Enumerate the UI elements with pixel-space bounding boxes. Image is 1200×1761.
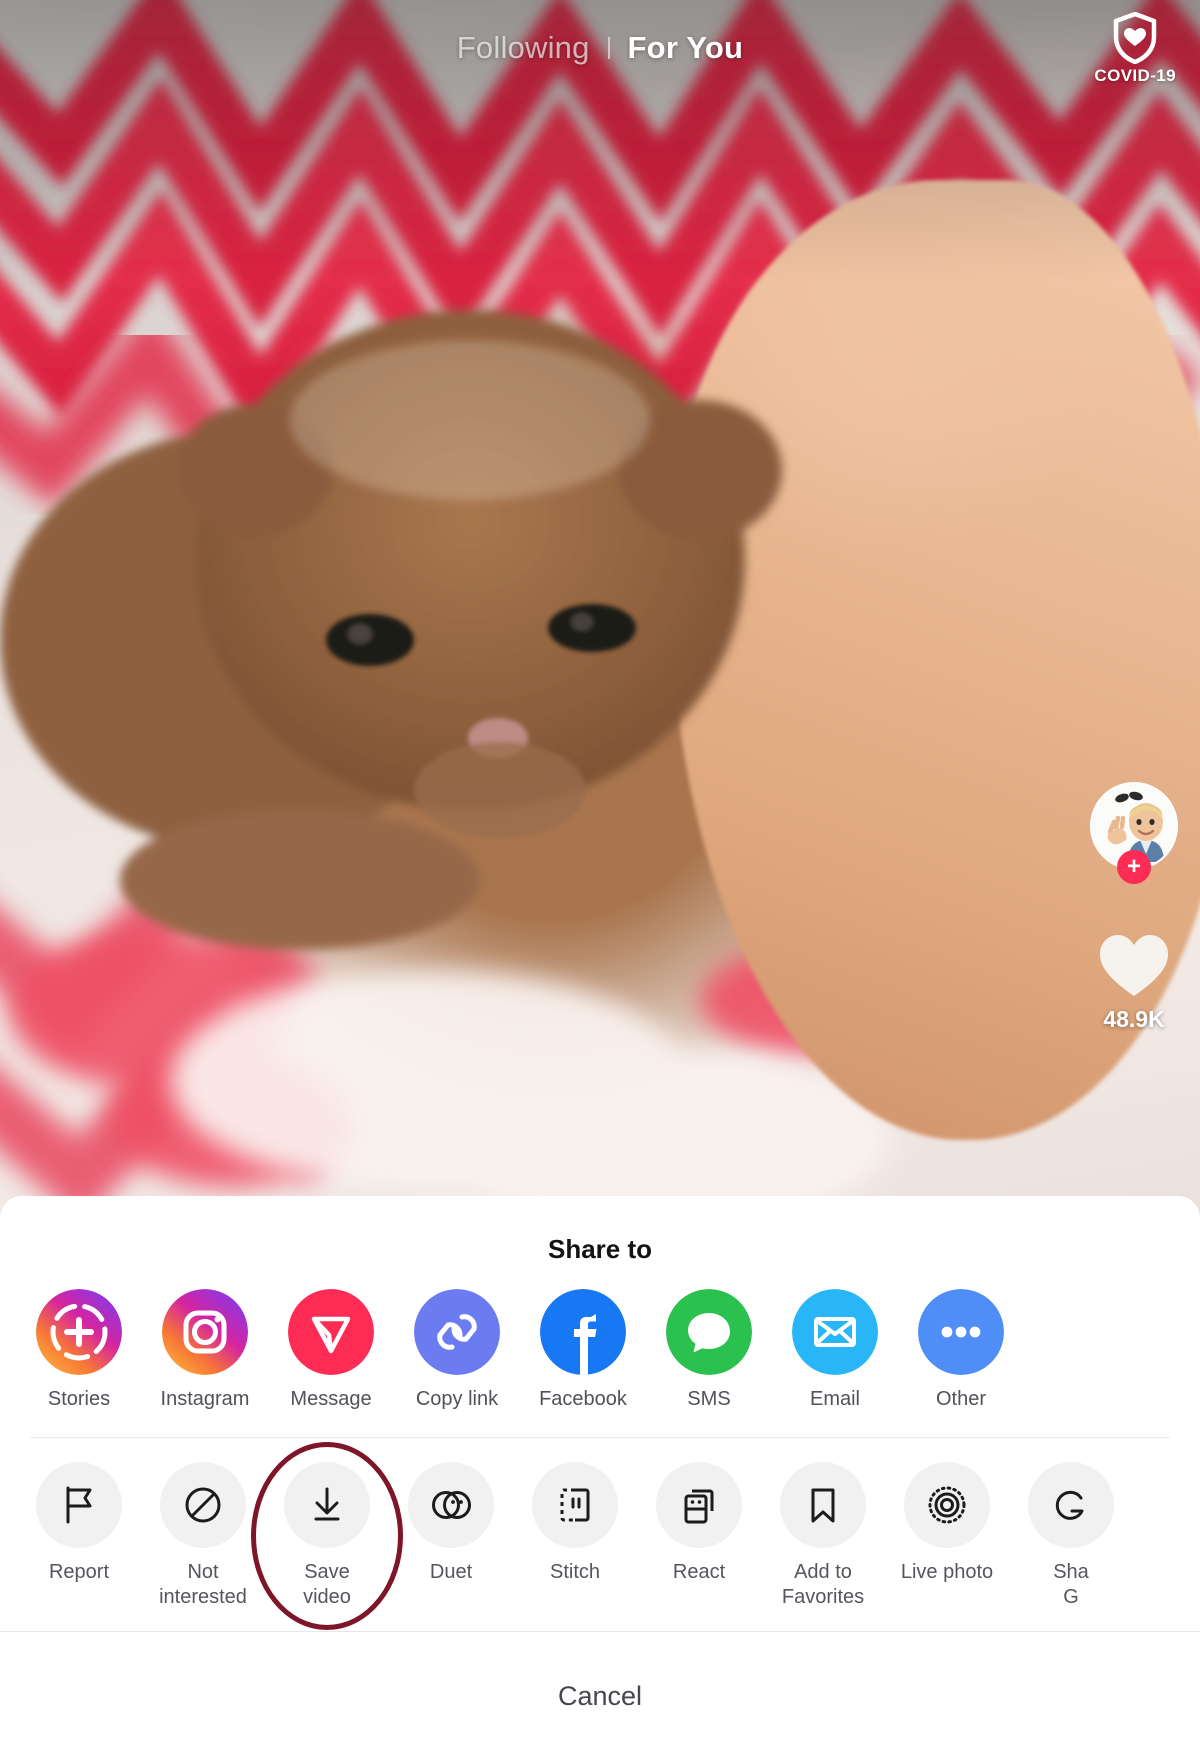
- no-entry-icon: [185, 1487, 221, 1523]
- facebook-icon-circle: [540, 1289, 626, 1375]
- share-target-stories[interactable]: Stories: [30, 1289, 128, 1411]
- share-gif-icon-circle: [1028, 1462, 1114, 1549]
- action-not-interested[interactable]: Not interested: [154, 1462, 252, 1609]
- share-target-instagram[interactable]: Instagram: [156, 1289, 254, 1411]
- covid-label: COVID-19: [1094, 66, 1176, 85]
- share-target-label: SMS: [687, 1388, 731, 1410]
- action-share-gif[interactable]: Sha G: [1022, 1462, 1120, 1609]
- download-icon: [314, 1487, 340, 1521]
- action-add-to-favorites[interactable]: Add to Favorites: [774, 1462, 872, 1609]
- favorites-icon-circle: [780, 1462, 866, 1549]
- like-button[interactable]: 48.9K: [1096, 932, 1172, 1033]
- bookmark-icon: [811, 1488, 835, 1523]
- share-target-label: Copy link: [415, 1388, 499, 1410]
- covid-info-button[interactable]: COVID-19: [1094, 12, 1176, 86]
- instagram-stories-icon: [36, 1289, 122, 1375]
- top-navigation: Following For You: [0, 0, 1200, 96]
- action-label: Report: [48, 1561, 110, 1584]
- action-react[interactable]: React: [650, 1462, 748, 1584]
- react-icon: [684, 1489, 714, 1524]
- tab-for-you[interactable]: For You: [628, 30, 744, 66]
- shield-heart-icon: [1113, 12, 1157, 64]
- ellipsis-icon: [918, 1289, 1004, 1375]
- action-label: Stitch: [549, 1561, 601, 1584]
- share-target-facebook[interactable]: Facebook: [534, 1289, 632, 1411]
- facebook-icon: [540, 1289, 626, 1375]
- duet-circles-icon: [432, 1491, 471, 1520]
- copy-link-icon-circle: [414, 1289, 500, 1375]
- report-icon-circle: [36, 1462, 122, 1549]
- tiktok-video-screen: Following For You COVID-19 + 48.9K Share…: [0, 0, 1200, 1761]
- share-target-sms[interactable]: SMS: [660, 1289, 758, 1411]
- share-gif-icon: [1055, 1491, 1084, 1521]
- live-photo-icon: [928, 1486, 966, 1524]
- action-label: Live photo: [900, 1561, 994, 1584]
- heart-icon: [1100, 935, 1168, 996]
- share-target-label: Email: [809, 1388, 860, 1410]
- action-report[interactable]: Report: [30, 1462, 128, 1584]
- save-video-icon-circle: [284, 1462, 370, 1549]
- send-triangle-icon: [288, 1289, 374, 1375]
- share-target-other[interactable]: Other: [912, 1289, 1010, 1411]
- action-label: Save video: [303, 1561, 351, 1608]
- action-label: Duet: [429, 1561, 473, 1584]
- sms-icon-circle: [666, 1289, 752, 1375]
- duet-icon-circle: [408, 1462, 494, 1549]
- avatar-with-follow[interactable]: +: [1090, 782, 1178, 884]
- share-target-label: Facebook: [539, 1388, 627, 1410]
- stories-icon-circle: [36, 1289, 122, 1375]
- other-icon-circle: [918, 1289, 1004, 1375]
- share-targets-row[interactable]: Stories Instagram Message Copy link Face…: [0, 1265, 1200, 1411]
- follow-button[interactable]: +: [1117, 850, 1151, 884]
- stitch-icon: [560, 1488, 590, 1522]
- react-icon-circle: [656, 1462, 742, 1549]
- video-action-rail: + 48.9K: [1090, 782, 1178, 1033]
- instagram-icon: [162, 1289, 248, 1375]
- tab-following[interactable]: Following: [457, 30, 590, 66]
- video-actions-row[interactable]: Report Not interested Save video Duet St…: [0, 1438, 1200, 1630]
- cancel-button[interactable]: Cancel: [0, 1632, 1200, 1761]
- message-icon-circle: [288, 1289, 374, 1375]
- action-duet[interactable]: Duet: [402, 1462, 500, 1584]
- chain-link-icon: [414, 1289, 500, 1375]
- action-label: Not interested: [159, 1561, 247, 1608]
- share-target-copy-link[interactable]: Copy link: [408, 1289, 506, 1411]
- action-stitch[interactable]: Stitch: [526, 1462, 624, 1584]
- action-label: Add to Favorites: [781, 1561, 865, 1608]
- live-photo-icon-circle: [904, 1462, 990, 1549]
- share-target-label: Stories: [47, 1388, 111, 1410]
- action-label: React: [672, 1561, 726, 1584]
- tab-divider: [607, 37, 610, 59]
- feed-tabs: Following For You: [457, 30, 743, 66]
- envelope-icon: [792, 1289, 878, 1375]
- flag-icon: [66, 1486, 92, 1524]
- not-interested-icon-circle: [160, 1462, 246, 1549]
- share-target-label: Other: [935, 1388, 987, 1410]
- email-icon-circle: [792, 1289, 878, 1375]
- action-save-video[interactable]: Save video: [251, 1441, 403, 1630]
- share-target-message[interactable]: Message: [282, 1289, 380, 1411]
- share-target-label: Message: [290, 1388, 372, 1410]
- instagram-icon-circle: [162, 1289, 248, 1375]
- like-count: 48.9K: [1103, 1006, 1165, 1032]
- stitch-icon-circle: [532, 1462, 618, 1549]
- speech-bubble-icon: [666, 1289, 752, 1375]
- action-live-photo[interactable]: Live photo: [898, 1462, 996, 1584]
- share-sheet: Share to Stories Instagram Message Copy …: [0, 1196, 1200, 1761]
- share-sheet-title: Share to: [547, 1234, 653, 1264]
- share-target-label: Instagram: [160, 1388, 250, 1410]
- action-label: Sha G: [1053, 1561, 1089, 1608]
- share-target-email[interactable]: Email: [786, 1289, 884, 1411]
